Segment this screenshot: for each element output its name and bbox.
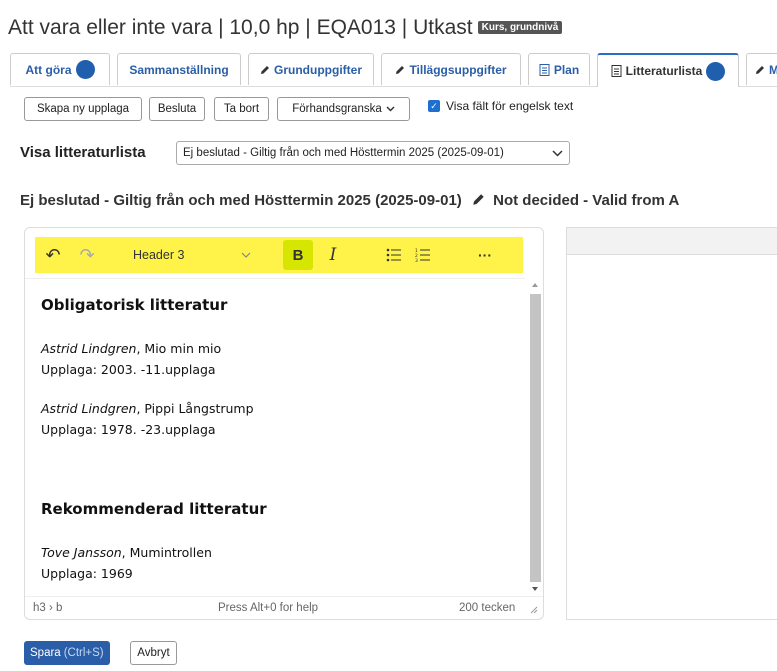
- bold-button[interactable]: B: [283, 240, 313, 270]
- editor-toolbar: ↶ ↷ Header 3 B I 123 ···: [35, 237, 523, 273]
- tab-att-gora[interactable]: Att göra: [10, 53, 110, 85]
- redo-icon[interactable]: ↷: [75, 237, 99, 273]
- tab-plan[interactable]: Plan: [528, 53, 590, 85]
- cancel-button[interactable]: Avbryt: [130, 641, 177, 665]
- save-button[interactable]: Spara (Ctrl+S): [24, 641, 110, 665]
- svg-text:3: 3: [415, 258, 418, 262]
- english-heading: Not decided - Valid from A: [493, 192, 680, 209]
- heading-obligatory: Obligatorisk litteratur: [41, 296, 228, 314]
- chevron-down-icon: [552, 149, 563, 157]
- editor-content[interactable]: Obligatorisk litteratur Astrid Lindgren,…: [25, 278, 525, 597]
- tab-tillaggsuppgifter[interactable]: Tilläggsuppgifter: [381, 53, 521, 85]
- chevron-down-icon: [241, 252, 251, 258]
- document-icon: [539, 63, 550, 76]
- tab-litteraturlista[interactable]: Litteraturlista: [597, 53, 739, 87]
- italic-button[interactable]: I: [319, 237, 347, 273]
- document-icon: [611, 65, 622, 77]
- section-heading: Ej beslutad - Giltig från och med Höstte…: [20, 192, 680, 209]
- notification-dot-icon: [75, 60, 95, 79]
- decide-button[interactable]: Besluta: [149, 97, 205, 121]
- pencil-icon[interactable]: [472, 193, 485, 206]
- resize-handle-icon[interactable]: [530, 606, 538, 614]
- undo-icon[interactable]: ↶: [41, 237, 65, 273]
- checkbox[interactable]: ✓: [428, 100, 440, 112]
- tab-m[interactable]: M: [746, 53, 777, 85]
- more-options-icon[interactable]: ···: [471, 237, 499, 273]
- numbered-list-icon[interactable]: 123: [409, 237, 437, 273]
- notification-dot-icon: [706, 61, 726, 81]
- chevron-down-icon: [386, 106, 395, 112]
- pencil-icon: [261, 65, 269, 74]
- version-select-label: Visa litteraturlista: [20, 144, 146, 161]
- scroll-up-icon[interactable]: [527, 280, 543, 290]
- level-badge: Kurs, grundnivå: [477, 21, 563, 34]
- literature-item: Astrid Lindgren, Pippi Långstrump Upplag…: [41, 401, 254, 437]
- show-english-toggle[interactable]: ✓ Visa fält för engelsk text: [428, 99, 573, 113]
- heading-recommended: Rekommenderad litteratur: [41, 500, 267, 518]
- version-select[interactable]: Ej beslutad - Giltig från och med Höstte…: [176, 141, 570, 165]
- help-hint: Press Alt+0 for help: [218, 602, 319, 614]
- literature-item: Tove Jansson, Mumintrollen Upplaga: 1969: [41, 545, 212, 581]
- block-format-select[interactable]: Header 3: [127, 237, 257, 273]
- tab-bar: Att göra Sammanställning Grunduppgifter …: [10, 53, 777, 87]
- tab-sammanstallning[interactable]: Sammanställning: [117, 53, 241, 85]
- pencil-icon: [756, 65, 764, 74]
- preview-dropdown[interactable]: Förhandsgranska: [277, 97, 410, 121]
- scroll-down-icon[interactable]: [527, 584, 543, 594]
- page-title: Att vara eller inte vara | 10,0 hp | EQA…: [8, 16, 563, 40]
- tab-grunduppgifter[interactable]: Grunduppgifter: [248, 53, 374, 85]
- pencil-icon: [396, 65, 405, 74]
- literature-item: Astrid Lindgren, Mio min mio Upplaga: 20…: [41, 341, 222, 377]
- scrollbar-thumb[interactable]: [530, 294, 541, 582]
- bullet-list-icon[interactable]: [380, 237, 408, 273]
- character-count: 200 tecken: [459, 602, 516, 614]
- element-path[interactable]: h3 › b: [33, 602, 62, 614]
- english-editor-toolbar: [567, 228, 777, 255]
- delete-button[interactable]: Ta bort: [214, 97, 269, 121]
- editor-scrollbar[interactable]: [527, 278, 543, 596]
- english-editor[interactable]: [566, 227, 777, 620]
- rich-text-editor: ↶ ↷ Header 3 B I 123 ··· Obligatorisk li…: [24, 227, 544, 620]
- editor-statusbar: h3 › b Press Alt+0 for help 200 tecken: [25, 596, 543, 619]
- create-edition-button[interactable]: Skapa ny upplaga: [24, 97, 142, 121]
